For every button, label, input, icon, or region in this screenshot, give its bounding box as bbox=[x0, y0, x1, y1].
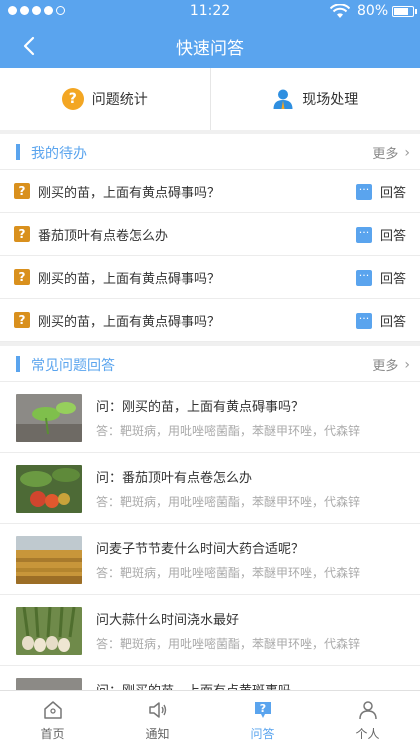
faq-answer: 答：靶斑病，用吡唑嘧菌酯，苯醚甲环唑，代森锌 bbox=[96, 424, 361, 438]
faq-item[interactable]: 问麦子节节麦什么时间大药合适呢？ 答：靶斑病，用吡唑嘧菌酯，苯醚甲环唑，代森锌 bbox=[0, 524, 420, 595]
section-bar bbox=[16, 356, 20, 372]
faq-section-title: 常见问题回答 bbox=[31, 358, 115, 374]
faq-answer: 答：靶斑病，用吡唑嘧菌酯，苯醚甲环唑，代森锌 bbox=[96, 566, 361, 580]
answer-button[interactable]: 回答 bbox=[380, 182, 406, 201]
qa-icon: ? bbox=[254, 702, 271, 718]
chevron-right-icon: › bbox=[404, 144, 410, 161]
faq-item[interactable]: 问：刚买的苗，上面有黄点碍事吗？ 答：靶斑病，用吡唑嘧菌酯，苯醚甲环唑，代森锌 bbox=[0, 382, 420, 453]
garlic-photo bbox=[16, 607, 82, 655]
faq-question: 问：刚买的苗，上面有黄点碍事吗？ bbox=[96, 400, 305, 415]
status-bar: 11:22 80% bbox=[0, 0, 420, 24]
faq-question: 问：番茄顶叶有点卷怎么办 bbox=[96, 471, 253, 486]
battery-icon bbox=[392, 6, 417, 17]
todo-item[interactable]: ? 刚买的苗，上面有黄点碍事吗？ ··· 回答 bbox=[0, 170, 420, 213]
question-badge-icon: ? bbox=[14, 226, 30, 242]
wifi-icon bbox=[330, 4, 350, 18]
question-badge-icon: ? bbox=[14, 183, 30, 199]
faq-more-link[interactable]: 更多 › bbox=[372, 355, 410, 375]
todo-item-text: 番茄顶叶有点卷怎么办 bbox=[38, 229, 169, 244]
user-icon bbox=[358, 701, 377, 720]
more-dots-icon: ··· bbox=[356, 184, 372, 200]
todo-item[interactable]: ? 番茄顶叶有点卷怎么办 ··· 回答 bbox=[0, 213, 420, 256]
faq-answer: 答：靶斑病，用吡唑嘧菌酯，苯醚甲环唑，代森锌 bbox=[96, 495, 361, 509]
question-stats-label: 问题统计 bbox=[91, 92, 148, 108]
todo-section-header: 我的待办 更多 › bbox=[0, 134, 420, 170]
home-icon bbox=[43, 701, 62, 719]
person-icon bbox=[273, 89, 293, 109]
todo-item[interactable]: ? 刚买的苗，上面有黄点碍事吗？ ··· 回答 bbox=[0, 299, 420, 342]
chevron-right-icon: › bbox=[404, 356, 410, 373]
question-circle-icon: ? bbox=[61, 88, 84, 110]
tab-qa[interactable]: ? 问答 bbox=[210, 691, 315, 746]
header: 11:22 80% 快速问答 bbox=[0, 0, 420, 68]
faq-question: 问大蒜什么时间浇水最好 bbox=[96, 613, 240, 628]
tab-notice[interactable]: 通知 bbox=[105, 691, 210, 746]
onsite-handling-label: 现场处理 bbox=[302, 92, 359, 108]
tab-profile[interactable]: 个人 bbox=[315, 691, 420, 746]
faq-item[interactable]: 问大蒜什么时间浇水最好 答：靶斑病，用吡唑嘧菌酯，苯醚甲环唑，代森锌 bbox=[0, 595, 420, 666]
faq-section-header: 常见问题回答 更多 › bbox=[0, 346, 420, 382]
todo-item-text: 刚买的苗，上面有黄点碍事吗？ bbox=[38, 315, 221, 330]
svg-text:?: ? bbox=[259, 702, 265, 715]
more-label: 更多 bbox=[372, 359, 399, 374]
section-bar bbox=[16, 144, 20, 160]
question-badge-icon: ? bbox=[14, 269, 30, 285]
onsite-handling-button[interactable]: 现场处理 bbox=[209, 68, 420, 130]
todo-section: 我的待办 更多 › ? 刚买的苗，上面有黄点碍事吗？ ··· 回答 ? 番茄顶叶… bbox=[0, 134, 420, 342]
todo-more-link[interactable]: 更多 › bbox=[372, 143, 410, 163]
faq-item[interactable]: 问：番茄顶叶有点卷怎么办 答：靶斑病，用吡唑嘧菌酯，苯醚甲环唑，代森锌 bbox=[0, 453, 420, 524]
todo-section-title: 我的待办 bbox=[31, 146, 87, 162]
faq-section: 常见问题回答 更多 › 问：刚买的苗，上面有黄点碍事吗？ 答：靶斑病，用吡唑嘧菌… bbox=[0, 346, 420, 737]
speaker-icon bbox=[148, 702, 166, 718]
question-badge-icon: ? bbox=[14, 312, 30, 328]
todo-item-text: 刚买的苗，上面有黄点碍事吗？ bbox=[38, 272, 221, 287]
more-dots-icon: ··· bbox=[356, 227, 372, 243]
todo-item[interactable]: ? 刚买的苗，上面有黄点碍事吗？ ··· 回答 bbox=[0, 256, 420, 299]
tab-bar: 首页 通知 ? 问答 个人 bbox=[0, 690, 420, 746]
battery-percent: 80% bbox=[357, 3, 389, 19]
tab-qa-label: 问答 bbox=[250, 727, 275, 741]
page-title: 快速问答 bbox=[176, 39, 244, 59]
tomato-photo bbox=[16, 465, 82, 513]
quick-actions: ? 问题统计 现场处理 bbox=[0, 68, 420, 130]
seedling-photo bbox=[16, 394, 82, 442]
more-label: 更多 bbox=[372, 147, 399, 162]
more-dots-icon: ··· bbox=[356, 313, 372, 329]
answer-button[interactable]: 回答 bbox=[380, 268, 406, 287]
faq-question: 问麦子节节麦什么时间大药合适呢？ bbox=[96, 542, 305, 557]
answer-button[interactable]: 回答 bbox=[380, 225, 406, 244]
question-stats-button[interactable]: ? 问题统计 bbox=[0, 68, 210, 130]
tab-notice-label: 通知 bbox=[145, 727, 170, 741]
more-dots-icon: ··· bbox=[356, 270, 372, 286]
tab-home-label: 首页 bbox=[40, 727, 65, 741]
tab-home[interactable]: 首页 bbox=[0, 691, 105, 746]
tab-profile-label: 个人 bbox=[355, 727, 380, 741]
faq-answer: 答：靶斑病，用吡唑嘧菌酯，苯醚甲环唑，代森锌 bbox=[96, 637, 361, 651]
wheat-photo bbox=[16, 536, 82, 584]
nav-bar: 快速问答 bbox=[0, 24, 420, 68]
todo-item-text: 刚买的苗，上面有黄点碍事吗？ bbox=[38, 186, 221, 201]
answer-button[interactable]: 回答 bbox=[380, 311, 406, 330]
